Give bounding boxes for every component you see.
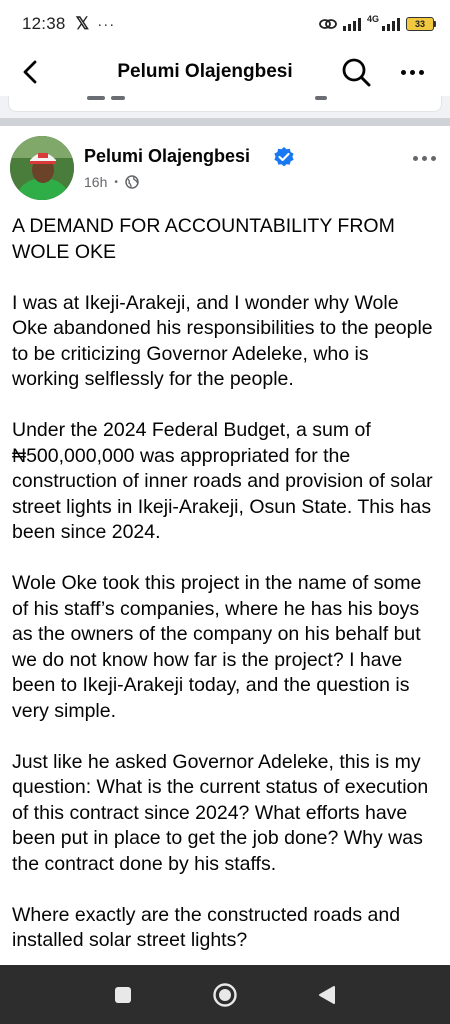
back-nav-icon bbox=[319, 986, 335, 1004]
post-options-button[interactable] bbox=[404, 146, 444, 170]
status-time: 12:38 bbox=[22, 14, 66, 33]
x-app-icon: 𝕏 bbox=[75, 14, 90, 33]
home-icon bbox=[213, 983, 237, 1007]
battery-icon: 33 bbox=[406, 17, 436, 31]
search-icon bbox=[342, 58, 371, 87]
signal-icon bbox=[342, 17, 361, 31]
globe-icon bbox=[125, 175, 139, 189]
post-paragraph: Under the 2024 Federal Budget, a sum of … bbox=[12, 419, 433, 543]
post-body: A DEMAND FOR ACCOUNTABILITY FROM WOLE OK… bbox=[12, 214, 438, 979]
battery-level: 33 bbox=[406, 17, 434, 31]
status-bar: 12:38 𝕏 ··· 4G 33 bbox=[0, 0, 450, 48]
recents-button[interactable] bbox=[98, 979, 148, 1011]
app-bar: Pelumi Olajengbesi bbox=[0, 48, 450, 96]
status-right: 4G 33 bbox=[319, 14, 436, 31]
post-paragraph: Where exactly are the constructed roads … bbox=[12, 903, 401, 952]
recents-icon bbox=[115, 987, 131, 1003]
comment-action-remnant[interactable] bbox=[87, 96, 125, 104]
post-paragraph: A DEMAND FOR ACCOUNTABILITY FROM WOLE OK… bbox=[12, 215, 395, 263]
avatar[interactable] bbox=[10, 136, 74, 200]
system-nav-bar bbox=[0, 965, 450, 1024]
home-button[interactable] bbox=[200, 979, 250, 1011]
more-icon bbox=[412, 155, 436, 161]
author-name[interactable]: Pelumi Olajengbesi bbox=[84, 146, 250, 167]
back-nav-button[interactable] bbox=[302, 979, 352, 1011]
post-paragraph: Just like he asked Governor Adeleke, thi… bbox=[12, 750, 429, 875]
post-meta: 16h • bbox=[84, 174, 139, 190]
post-header: Pelumi Olajengbesi 16h • bbox=[0, 134, 450, 202]
signal-icon-2 bbox=[382, 17, 400, 31]
network-type: 4G bbox=[366, 14, 379, 24]
search-button[interactable] bbox=[336, 54, 376, 90]
feed-divider bbox=[0, 118, 450, 126]
post-paragraph: Wole Oke took this project in the name o… bbox=[12, 572, 422, 722]
verified-badge-icon bbox=[274, 147, 294, 167]
share-action-remnant[interactable] bbox=[315, 96, 327, 104]
post-paragraph: I was at Ikeji-Arakeji, and I wonder why… bbox=[12, 291, 433, 391]
previous-post-card bbox=[0, 96, 450, 118]
post-time[interactable]: 16h bbox=[84, 174, 107, 190]
meta-separator: • bbox=[114, 176, 118, 188]
more-button[interactable] bbox=[392, 54, 432, 90]
more-notifications-icon: ··· bbox=[97, 15, 116, 33]
more-icon bbox=[400, 69, 424, 75]
link-icon bbox=[319, 19, 337, 29]
